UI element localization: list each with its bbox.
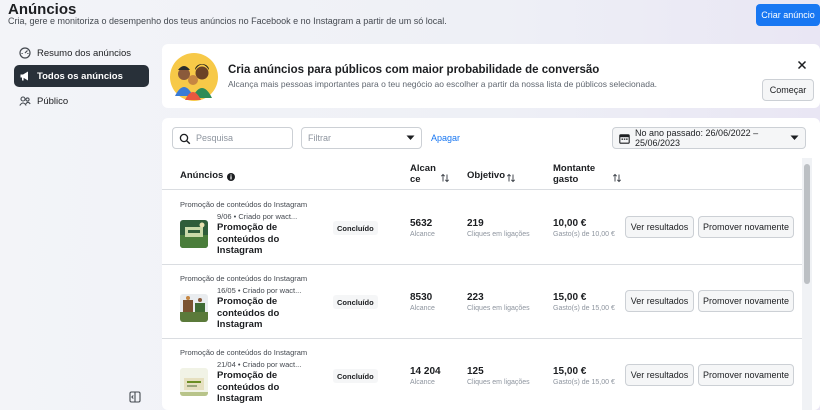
table-row[interactable]: Promoção de conteúdos do Instagram 16/05… — [162, 265, 802, 339]
filter-dropdown[interactable]: Filtrar — [301, 127, 422, 149]
view-results-button[interactable]: Ver resultados — [625, 216, 694, 238]
view-results-button[interactable]: Ver resultados — [625, 290, 694, 312]
ad-meta: 9/06 • Criado por wact... — [217, 212, 298, 221]
table-row[interactable]: Promoção de conteúdos do Instagram 21/04… — [162, 339, 802, 410]
promote-again-button[interactable]: Promover novamente — [698, 364, 794, 386]
objective-value: 223 — [467, 292, 484, 303]
spent-value: 15,00 € — [553, 292, 587, 303]
reach-label: Alcance — [410, 379, 435, 386]
objective-label: Cliques em ligações — [467, 231, 530, 238]
column-spent-line2: gasto — [553, 174, 579, 185]
table-scrollbar[interactable] — [802, 158, 812, 410]
ad-meta: 16/05 • Criado por wact... — [217, 286, 302, 295]
ad-category: Promoção de conteúdos do Instagram — [180, 200, 308, 209]
promote-again-button[interactable]: Promover novamente — [698, 216, 794, 238]
column-ads: Anúncios — [180, 170, 224, 181]
column-amount-spent[interactable]: Montante gasto — [553, 163, 595, 185]
column-reach[interactable]: Alcan ce — [410, 163, 436, 185]
page-subtitle: Cria, gere e monitoriza o desempenho dos… — [8, 16, 447, 26]
spent-label: Gasto(s) de 15,00 € — [553, 305, 615, 312]
sidebar-item-all-ads[interactable]: Todos os anúncios — [14, 65, 149, 87]
megaphone-icon — [19, 70, 31, 82]
sidebar: Resumo dos anúncios Todos os anúncios Pú… — [0, 40, 160, 410]
spent-value: 15,00 € — [553, 366, 587, 377]
sidebar-item-audience[interactable]: Público — [14, 90, 149, 112]
people-illustration-icon — [169, 52, 219, 102]
spent-label: Gasto(s) de 10,00 € — [553, 231, 615, 238]
filter-placeholder: Filtrar — [308, 133, 331, 143]
date-range-label: No ano passado: 26/06/2022 – 25/06/2023 — [635, 128, 759, 148]
caret-down-icon — [406, 133, 415, 143]
info-icon[interactable] — [226, 169, 236, 181]
caret-down-icon — [790, 133, 799, 143]
people-icon — [19, 95, 31, 107]
column-objective[interactable]: Objetivo — [467, 170, 505, 181]
promote-again-button[interactable]: Promover novamente — [698, 290, 794, 312]
ad-thumbnail[interactable] — [180, 294, 208, 322]
collapse-panel-icon[interactable] — [129, 390, 141, 403]
gauge-icon — [19, 47, 31, 59]
spent-value: 10,00 € — [553, 218, 587, 229]
sidebar-item-label: Público — [37, 95, 69, 107]
reach-value: 5632 — [410, 218, 433, 229]
create-ad-button[interactable]: Criar anúncio — [756, 4, 820, 26]
column-spent-line1: Montante — [553, 163, 596, 174]
clear-filters-link[interactable]: Apagar — [431, 133, 460, 143]
banner-description: Alcança mais pessoas importantes para o … — [228, 79, 658, 89]
reach-value: 8530 — [410, 292, 433, 303]
reach-value: 14 204 — [410, 366, 441, 377]
ad-name[interactable]: Promoção de conteúdos do Instagram — [217, 222, 297, 257]
sort-icon[interactable] — [612, 170, 622, 183]
sidebar-item-label: Resumo dos anúncios — [37, 47, 131, 59]
search-icon — [179, 132, 191, 145]
get-started-button[interactable]: Começar — [762, 79, 814, 101]
ad-name[interactable]: Promoção de conteúdos do Instagram — [217, 370, 297, 405]
ad-thumbnail[interactable] — [180, 368, 208, 396]
reach-label: Alcance — [410, 231, 435, 238]
table-row[interactable]: Promoção de conteúdos do Instagram 9/06 … — [162, 191, 802, 265]
view-results-button[interactable]: Ver resultados — [625, 364, 694, 386]
sidebar-item-overview[interactable]: Resumo dos anúncios — [14, 42, 149, 64]
objective-value: 219 — [467, 218, 484, 229]
column-reach-line1: Alcan — [410, 163, 436, 174]
audience-banner: Cria anúncios para públicos com maior pr… — [162, 44, 820, 108]
ad-category: Promoção de conteúdos do Instagram — [180, 274, 308, 283]
ad-meta: 21/04 • Criado por wact... — [217, 360, 302, 369]
sort-icon[interactable] — [506, 170, 516, 183]
status-badge: Concluído — [333, 295, 378, 309]
reach-label: Alcance — [410, 305, 435, 312]
spent-label: Gasto(s) de 15,00 € — [553, 379, 615, 386]
column-reach-line2: ce — [410, 174, 421, 185]
ad-thumbnail[interactable] — [180, 220, 208, 248]
sort-icon[interactable] — [440, 170, 450, 183]
objective-value: 125 — [467, 366, 484, 377]
ad-category: Promoção de conteúdos do Instagram — [180, 348, 308, 357]
calendar-icon — [619, 133, 630, 144]
search-input[interactable] — [196, 133, 286, 143]
status-badge: Concluído — [333, 221, 378, 235]
objective-label: Cliques em ligações — [467, 305, 530, 312]
table-header: Anúncios Alcan ce Objetivo Montante gast… — [162, 158, 802, 190]
banner-title: Cria anúncios para públicos com maior pr… — [228, 64, 600, 76]
search-box — [172, 127, 293, 149]
page-header: Anúncios Cria, gere e monitoriza o desem… — [0, 0, 820, 40]
scrollbar-thumb[interactable] — [804, 164, 810, 284]
ads-table-panel: Filtrar Apagar No ano passado: 26/06/202… — [162, 118, 820, 410]
ad-name[interactable]: Promoção de conteúdos do Instagram — [217, 296, 297, 331]
date-range-picker[interactable]: No ano passado: 26/06/2022 – 25/06/2023 — [612, 127, 806, 149]
status-badge: Concluído — [333, 369, 378, 383]
close-icon[interactable] — [796, 58, 808, 70]
objective-label: Cliques em ligações — [467, 379, 530, 386]
sidebar-item-label: Todos os anúncios — [37, 70, 123, 82]
